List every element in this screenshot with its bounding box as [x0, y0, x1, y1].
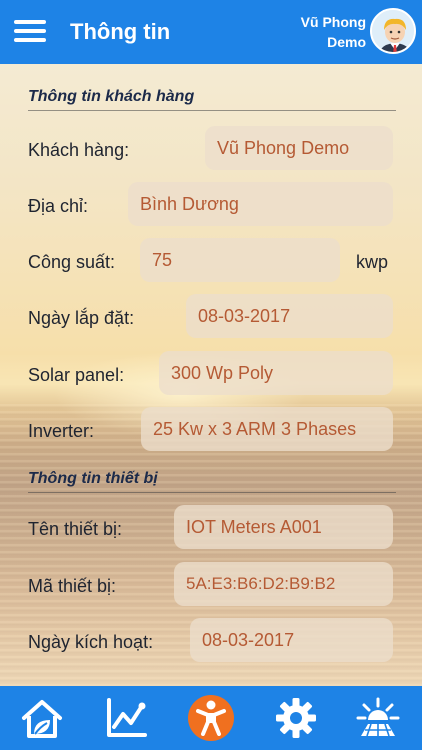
capacity-field[interactable]: 75 — [140, 238, 340, 282]
person-info-icon — [196, 700, 226, 736]
address-field[interactable]: Bình Dương — [128, 182, 393, 226]
install-date-label: Ngày lắp đặt: — [28, 308, 135, 328]
user-name: Vũ Phong — [300, 14, 366, 30]
nav-home[interactable] — [16, 693, 68, 743]
user-info[interactable]: Vũ Phong Demo — [301, 12, 366, 52]
section-divider — [28, 110, 396, 111]
active-tab-indicator — [188, 695, 234, 741]
capacity-label: Công suất: — [28, 252, 116, 272]
device-name-label: Tên thiết bị: — [28, 519, 123, 539]
nav-solar[interactable] — [352, 693, 404, 743]
device-id-label: Mã thiết bị: — [28, 576, 117, 596]
customer-section-title: Thông tin khách hàng — [28, 88, 195, 105]
line-chart-icon — [107, 698, 147, 737]
activation-date-field[interactable]: 08-03-2017 — [190, 618, 393, 662]
capacity-unit: kwp — [356, 252, 389, 272]
gear-icon — [276, 698, 316, 738]
nav-chart[interactable] — [100, 693, 152, 743]
activation-date-label: Ngày kích hoạt: — [28, 632, 154, 652]
top-app-bar: Thông tin Vũ Phong Demo — [0, 0, 422, 64]
section-divider — [28, 492, 396, 493]
device-id-field[interactable]: 5A:E3:B6:D2:B9:B2 — [174, 562, 393, 606]
customer-label: Khách hàng: — [28, 140, 130, 160]
solar-panel-field[interactable]: 300 Wp Poly — [159, 351, 393, 395]
address-label: Địa chỉ: — [28, 196, 89, 216]
menu-icon[interactable] — [14, 18, 48, 44]
inverter-label: Inverter: — [28, 421, 95, 441]
solar-panel-label: Solar panel: — [28, 365, 125, 385]
customer-field[interactable]: Vũ Phong Demo — [205, 126, 393, 170]
bottom-nav — [0, 686, 422, 750]
avatar[interactable] — [370, 8, 416, 54]
page-title: Thông tin — [70, 19, 171, 44]
device-section-title: Thông tin thiết bị — [28, 470, 158, 487]
sun-panel-icon — [356, 697, 400, 737]
nav-settings[interactable] — [270, 693, 322, 743]
device-name-field[interactable]: IOT Meters A001 — [174, 505, 393, 549]
inverter-field[interactable]: 25 Kw x 3 ARM 3 Phases — [141, 407, 393, 451]
install-date-field[interactable]: 08-03-2017 — [186, 294, 393, 338]
eco-home-icon — [22, 700, 62, 738]
nav-info[interactable] — [185, 693, 237, 743]
user-subtitle: Demo — [327, 34, 366, 50]
